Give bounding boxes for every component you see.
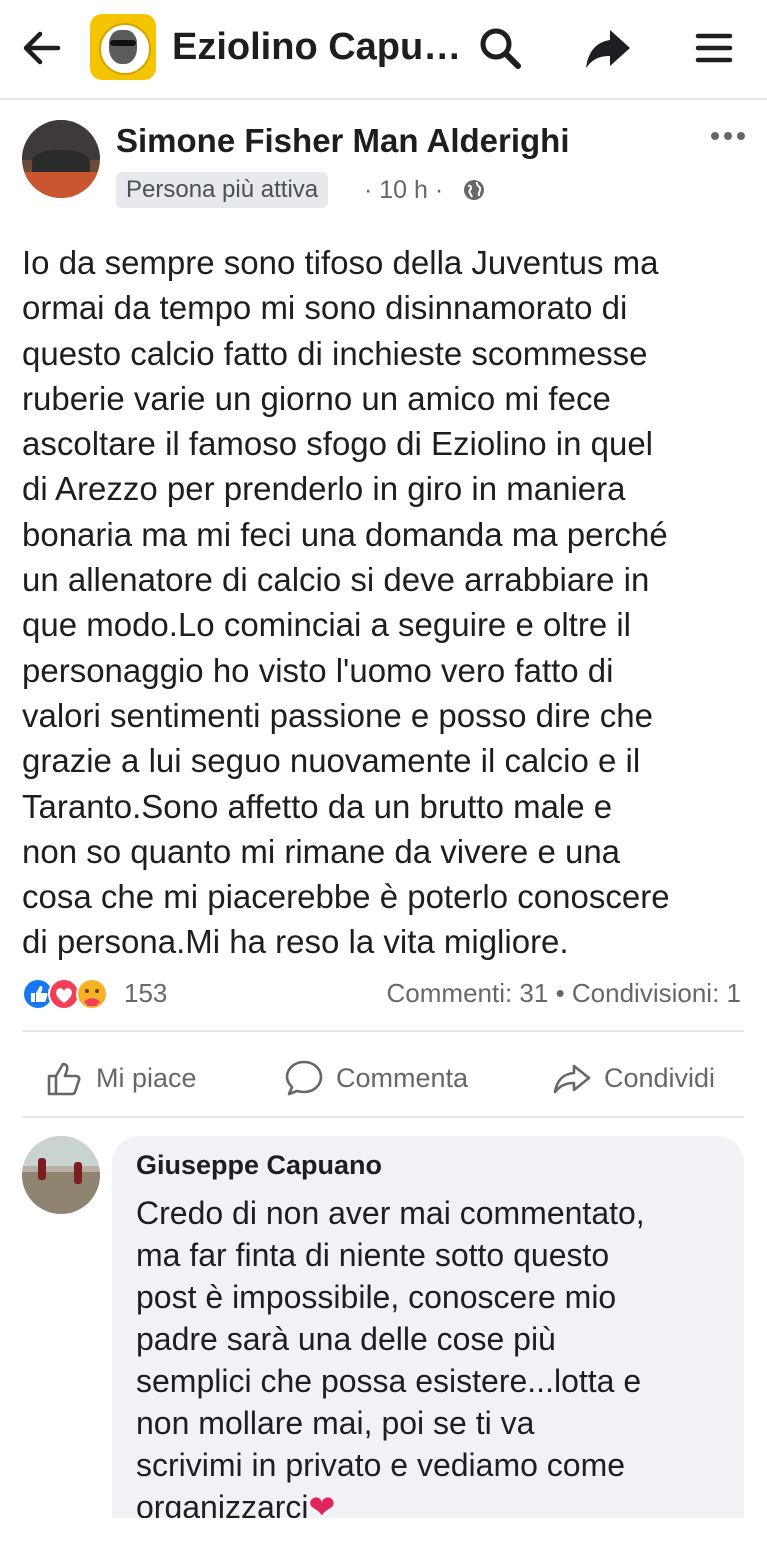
reaction-count[interactable]: 153: [124, 978, 167, 1009]
group-avatar[interactable]: [90, 14, 156, 80]
post-line: ruberie varie un giorno un amico mi fece: [22, 379, 611, 417]
hamburger-menu-icon[interactable]: [688, 22, 740, 74]
commenter-name[interactable]: Giuseppe Capuano: [136, 1150, 382, 1181]
comment-bubble-icon: [285, 1060, 323, 1096]
post-line: bonaria ma mi feci una domanda ma perché: [22, 515, 668, 553]
share-icon: [553, 1064, 591, 1094]
search-icon[interactable]: [474, 22, 526, 74]
post-author-name[interactable]: Simone Fisher Man Alderighi: [116, 122, 570, 160]
commenter-avatar[interactable]: [22, 1136, 100, 1214]
post-line: que modo.Lo cominciai a seguire e oltre …: [22, 606, 632, 644]
post-line: ormai da tempo mi sono disinnamorato di: [22, 289, 628, 327]
like-label: Mi piace: [96, 1062, 197, 1093]
comment-line: scrivimi in privato e vediamo come: [136, 1447, 626, 1483]
post-line: personaggio ho visto l'uomo vero fatto d…: [22, 651, 614, 689]
post-line: ascoltare il famoso sfogo di Eziolino in…: [22, 425, 654, 463]
post-line: Io da sempre sono tifoso della Juventus …: [22, 244, 659, 281]
share-label: Condividi: [604, 1062, 716, 1093]
divider: [22, 1030, 744, 1032]
author-avatar[interactable]: [22, 120, 100, 198]
reaction-icons[interactable]: [22, 976, 132, 1012]
post-body: Io da sempre sono tifoso della Juventus …: [22, 240, 752, 965]
bottom-cutoff: [0, 1518, 767, 1563]
post-line: di persona.Mi ha reso la vita migliore.: [22, 923, 569, 961]
comment-line: Credo di non aver mai commentato,: [136, 1195, 645, 1231]
comment-line: semplici che possa esistere...lotta e: [136, 1363, 642, 1399]
post-time[interactable]: · 10 h ·: [364, 174, 443, 206]
post-line: Taranto.Sono affetto da un brutto male e: [22, 787, 613, 825]
post-line: di Arezzo per prenderlo in giro in manie…: [22, 470, 626, 508]
share-arrow-icon[interactable]: [582, 22, 634, 74]
more-dots-icon[interactable]: [708, 124, 748, 148]
arrow-left-icon[interactable]: [18, 22, 70, 74]
post-line: questo calcio fatto di inchieste scommes…: [22, 334, 648, 372]
comments-shares-count[interactable]: Commenti: 31 • Condivisioni: 1: [387, 978, 741, 1009]
top-bar: Eziolino Capu…: [0, 0, 767, 100]
thumbs-up-icon: [47, 1062, 81, 1096]
like-button[interactable]: Mi piace: [44, 1056, 197, 1100]
comment-line: padre sarà una delle cose più: [136, 1321, 556, 1357]
post-line: valori sentimenti passione e posso dire …: [22, 696, 654, 734]
divider: [22, 1116, 744, 1118]
comment-body: Credo di non aver mai commentato, ma far…: [136, 1192, 736, 1528]
comment-line: post è impossibile, conoscere mio: [136, 1279, 617, 1315]
globe-icon: [462, 178, 486, 202]
love-reaction-icon: [48, 978, 80, 1010]
comment-line: non mollare mai, poi se ti va: [136, 1405, 535, 1441]
comment-button[interactable]: Commenta: [284, 1056, 468, 1100]
post-line: grazie a lui seguo nuovamente il calcio …: [22, 742, 641, 780]
share-button[interactable]: Condividi: [552, 1056, 715, 1100]
group-title[interactable]: Eziolino Capu…: [172, 26, 461, 69]
care-reaction-icon: [76, 978, 108, 1010]
post-line: un allenatore di calcio si deve arrabbia…: [22, 561, 650, 599]
comment-label: Commenta: [336, 1062, 469, 1093]
post-line: non so quanto mi rimane da vivere e una: [22, 832, 621, 870]
status-badge: Persona più attiva: [116, 172, 329, 208]
post-line: cosa che mi piacerebbe è poterlo conosce…: [22, 878, 670, 916]
comment-line: ma far finta di niente sotto questo: [136, 1237, 610, 1273]
